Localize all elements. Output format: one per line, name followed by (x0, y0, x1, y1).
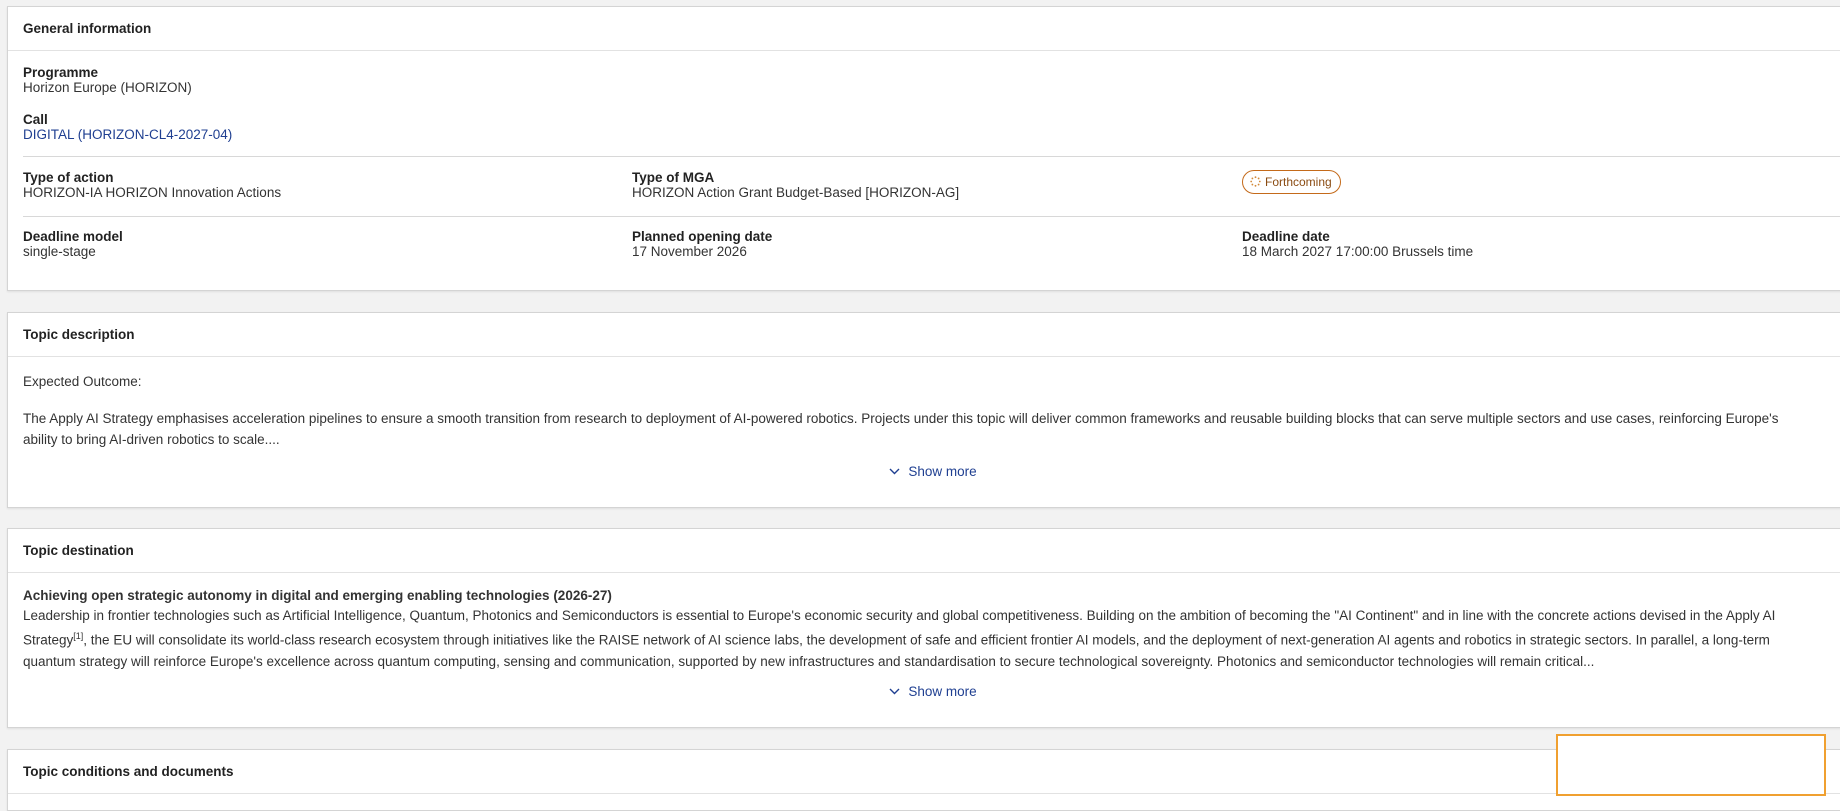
deadline-model-value: single-stage (23, 244, 96, 259)
call-label: Call (23, 112, 48, 127)
divider (23, 216, 1840, 217)
divider (23, 156, 1840, 157)
type-of-mga-label: Type of MGA (632, 170, 715, 185)
planned-opening-date-label: Planned opening date (632, 229, 773, 244)
type-of-mga-value: HORIZON Action Grant Budget-Based [HORIZ… (632, 185, 960, 200)
topic-description-text: The Apply AI Strategy emphasises acceler… (23, 411, 1779, 447)
status-badge: Forthcoming (1242, 170, 1341, 194)
destination-title: Achieving open strategic autonomy in dig… (23, 588, 612, 603)
expected-outcome-label: Expected Outcome: (23, 374, 142, 389)
planned-opening-date-value: 17 November 2026 (632, 244, 747, 259)
deadline-date-label: Deadline date (1242, 229, 1330, 244)
chevron-down-icon (889, 463, 900, 478)
show-more-label: Show more (908, 464, 977, 479)
type-of-action-value: HORIZON-IA HORIZON Innovation Actions (23, 185, 282, 200)
programme-label: Programme (23, 65, 99, 80)
destination-text-part2: , the EU will consolidate its world-clas… (23, 632, 1770, 669)
topic-description-header: Topic description (8, 313, 1840, 357)
deadline-date-value: 18 March 2027 17:00:00 Brussels time (1242, 244, 1474, 259)
programme-value: Horizon Europe (HORIZON) (23, 80, 192, 95)
topic-destination-header: Topic destination (8, 529, 1840, 573)
highlight-box (1556, 734, 1826, 796)
show-more-button[interactable]: Show more (8, 683, 1840, 699)
loading-icon (1250, 176, 1261, 187)
type-of-action-label: Type of action (23, 170, 114, 185)
status-badge-label: Forthcoming (1265, 175, 1332, 189)
footnote-link[interactable]: [1] (73, 631, 83, 641)
general-information-card: General information Programme Horizon Eu… (7, 6, 1840, 291)
chevron-down-icon (889, 683, 900, 698)
general-information-header: General information (8, 7, 1840, 51)
show-more-button[interactable]: Show more (8, 463, 1840, 479)
topic-destination-card: Topic destination Achieving open strateg… (7, 528, 1840, 728)
show-more-label: Show more (908, 684, 977, 699)
destination-text: Leadership in frontier technologies such… (23, 605, 1813, 672)
deadline-model-label: Deadline model (23, 229, 123, 244)
call-link[interactable]: DIGITAL (HORIZON-CL4-2027-04) (23, 127, 232, 142)
topic-description-card: Topic description Expected Outcome: The … (7, 312, 1840, 508)
